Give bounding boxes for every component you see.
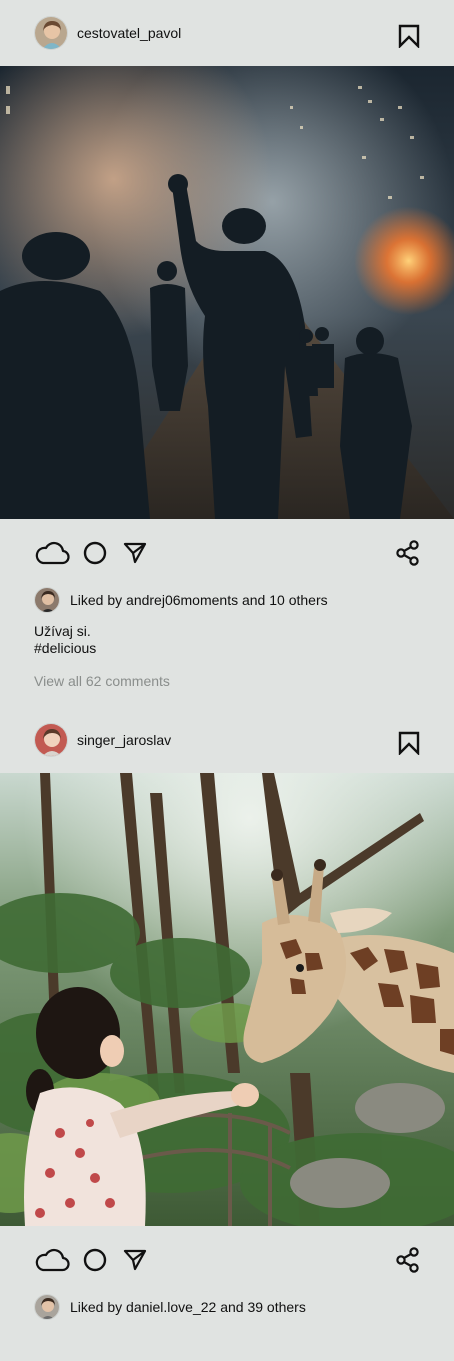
circle-icon[interactable] [83, 541, 107, 565]
post-username[interactable]: singer_jaroslav [77, 732, 171, 748]
caption-text: Užívaj si. [34, 623, 91, 639]
avatar[interactable] [34, 587, 60, 613]
caption-hashtag[interactable]: #delicious [34, 640, 420, 657]
cloud-icon[interactable] [34, 1248, 70, 1272]
avatar[interactable] [34, 723, 68, 757]
bookmark-icon[interactable] [398, 731, 420, 755]
circle-icon[interactable] [83, 1248, 107, 1272]
share-icon[interactable] [396, 540, 420, 566]
liked-by-text[interactable]: Liked by andrej06moments and 10 others [70, 592, 328, 608]
post: singer_jaroslav Liked by daniel.love_22 … [0, 707, 454, 1322]
send-icon[interactable] [123, 1248, 147, 1272]
liked-by-text[interactable]: Liked by daniel.love_22 and 39 others [70, 1299, 306, 1315]
post-header: singer_jaroslav [0, 707, 454, 773]
post: cestovatel_pavol Liked by andrej06moment… [0, 0, 454, 689]
bookmark-icon[interactable] [398, 24, 420, 48]
post-username[interactable]: cestovatel_pavol [77, 25, 181, 41]
send-icon[interactable] [123, 541, 147, 565]
post-caption: Užívaj si. #delicious [0, 623, 454, 657]
cloud-icon[interactable] [34, 541, 70, 565]
post-actions [0, 519, 454, 585]
view-comments-link[interactable]: View all 62 comments [0, 673, 454, 689]
likes-summary: Liked by andrej06moments and 10 others [0, 585, 454, 615]
avatar[interactable] [34, 16, 68, 50]
share-icon[interactable] [396, 1247, 420, 1273]
post-actions [0, 1226, 454, 1292]
post-photo[interactable] [0, 66, 454, 519]
post-photo[interactable] [0, 773, 454, 1226]
likes-summary: Liked by daniel.love_22 and 39 others [0, 1292, 454, 1322]
post-header: cestovatel_pavol [0, 0, 454, 66]
avatar[interactable] [34, 1294, 60, 1320]
